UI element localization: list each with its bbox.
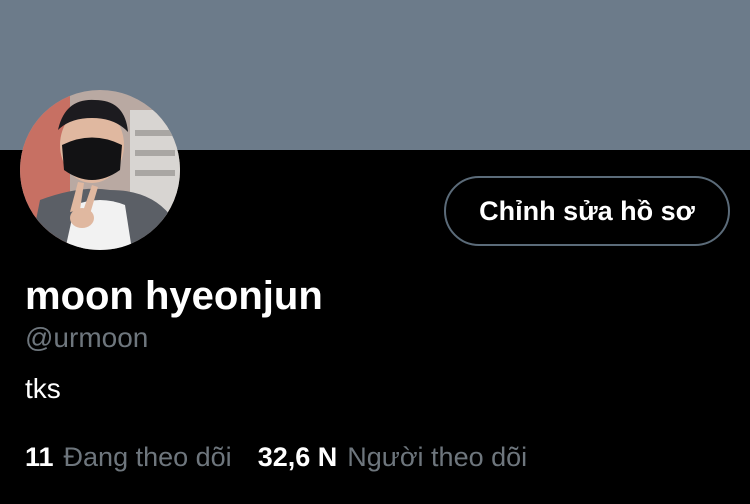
following-stat[interactable]: 11 Đang theo dõi [25,442,232,473]
followers-count: 32,6 N [257,442,338,472]
username-handle: @urmoon [25,322,149,353]
following-label: Đang theo dõi [63,442,232,472]
followers-label: Người theo dõi [347,442,528,472]
avatar[interactable] [20,90,180,250]
following-count: 11 [25,442,54,472]
profile-page: Chỉnh sửa hồ sơ moon hyeonjun @urmoon tk… [0,0,750,504]
profile-bio: tks [25,373,61,404]
avatar-image [20,90,180,250]
followers-stat[interactable]: 32,6 N Người theo dõi [258,442,527,473]
profile-stats: 11 Đang theo dõi 32,6 N Người theo dõi [25,442,527,473]
display-name: moon hyeonjun [25,274,323,318]
edit-profile-button[interactable]: Chỉnh sửa hồ sơ [444,176,730,246]
